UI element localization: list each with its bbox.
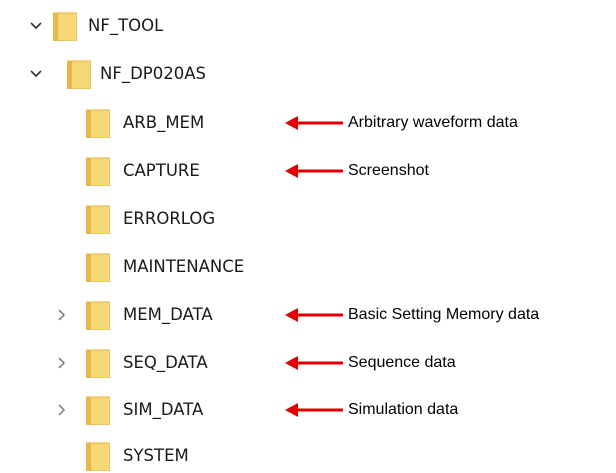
folder-icon [86,395,110,425]
tree-label: NF_TOOL [88,16,164,35]
arrow-left-icon [285,356,345,370]
folder-icon [53,11,77,41]
tree-label: ERRORLOG [123,209,216,228]
tree-row-arb-mem[interactable]: ARB_MEM Arbitrary waveform data [0,107,616,139]
tree-row-sim-data[interactable]: SIM_DATA Simulation data [0,394,616,426]
tree-row-capture[interactable]: CAPTURE Screenshot [0,155,616,187]
tree-label: SIM_DATA [123,400,204,419]
chevron-right-icon[interactable] [52,354,70,372]
folder-icon [86,441,110,471]
tree-row-errorlog[interactable]: ERRORLOG [0,203,616,235]
arrow-left-icon [285,164,345,178]
tree-row-maintenance[interactable]: MAINTENANCE [0,251,616,283]
annotation-text: Screenshot [348,162,429,179]
folder-icon [86,252,110,282]
arrow-left-icon [285,116,345,130]
annotation-text: Arbitrary waveform data [348,114,518,131]
tree-label: MEM_DATA [123,305,213,324]
arrow-left-icon [285,403,345,417]
arrow-left-icon [285,308,345,322]
annotation-seq-data: Sequence data [285,347,616,379]
annotation-text: Sequence data [348,354,456,371]
annotation-mem-data: Basic Setting Memory data [285,299,616,331]
annotation-text: Basic Setting Memory data [348,306,540,323]
annotation-text: Simulation data [348,401,459,418]
tree-label: CAPTURE [123,161,200,180]
tree-label: SYSTEM [123,446,189,465]
tree-label: NF_DP020AS [100,64,206,83]
tree-label: ARB_MEM [123,113,205,132]
chevron-down-icon[interactable] [27,65,45,83]
chevron-down-icon[interactable] [27,17,45,35]
tree-row-nf-dp020as[interactable]: NF_DP020AS [0,58,616,90]
tree-row-mem-data[interactable]: MEM_DATA Basic Setting Memory data [0,299,616,331]
tree-row-seq-data[interactable]: SEQ_DATA Sequence data [0,347,616,379]
tree-row-system[interactable]: SYSTEM [0,440,616,472]
folder-icon [86,300,110,330]
folder-icon [86,156,110,186]
annotation-capture: Screenshot [285,155,616,187]
folder-icon [86,204,110,234]
folder-icon [67,59,91,89]
folder-icon [86,348,110,378]
folder-icon [86,108,110,138]
chevron-right-icon[interactable] [52,306,70,324]
tree-row-nf-tool[interactable]: NF_TOOL [0,10,616,42]
tree-label: MAINTENANCE [123,257,245,276]
annotation-arb-mem: Arbitrary waveform data [285,107,616,139]
chevron-right-icon[interactable] [52,401,70,419]
annotation-sim-data: Simulation data [285,394,616,426]
tree-label: SEQ_DATA [123,353,208,372]
